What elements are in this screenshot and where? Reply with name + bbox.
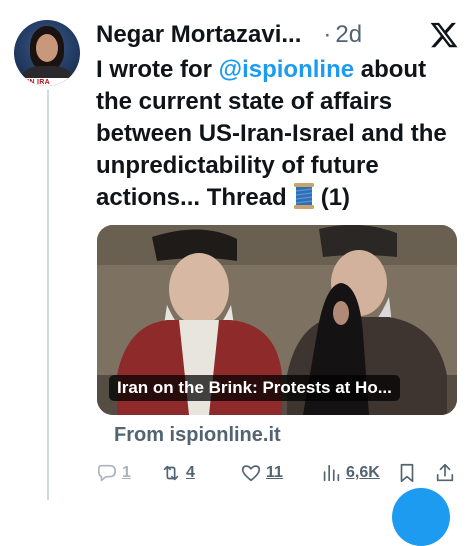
tweet-text: I wrote for @ispionline about the curren… xyxy=(96,54,466,214)
reply-icon xyxy=(97,464,117,482)
share-button[interactable] xyxy=(434,462,460,484)
share-icon xyxy=(436,463,454,482)
heart-icon xyxy=(241,465,261,482)
compose-fab-button[interactable] xyxy=(392,488,450,546)
timestamp-value: 2d xyxy=(335,21,363,48)
tweet-text-intro: I wrote for xyxy=(96,56,219,83)
tweet-actions: 1 4 11 6,6K xyxy=(96,462,468,488)
tweet-timestamp[interactable]: · 2d xyxy=(323,21,362,49)
thread-counter: (1) xyxy=(320,184,351,211)
link-card[interactable]: Iran on the Brink: Protests at Ho... xyxy=(97,225,457,415)
x-logo-icon xyxy=(430,22,458,48)
reply-count: 1 xyxy=(122,464,131,481)
mention-link[interactable]: @ispionline xyxy=(219,56,354,83)
like-button[interactable]: 11 xyxy=(240,462,283,484)
retweet-icon xyxy=(163,465,179,481)
spool-of-thread-icon xyxy=(293,183,314,209)
avatar-face xyxy=(36,34,58,62)
avatar-banner-text: E IN IRA xyxy=(14,78,80,86)
retweet-count: 4 xyxy=(186,464,195,481)
link-card-caption: Iran on the Brink: Protests at Ho... xyxy=(109,375,400,401)
bookmark-button[interactable] xyxy=(396,462,422,484)
tweet-header: Negar Mortazavi... · 2d xyxy=(96,18,461,52)
retweet-button[interactable]: 4 xyxy=(160,462,195,484)
reply-button[interactable]: 1 xyxy=(96,462,131,484)
author-name[interactable]: Negar Mortazavi... xyxy=(96,21,301,49)
link-card-source[interactable]: From ispionline.it xyxy=(114,424,281,447)
avatar[interactable]: E IN IRA xyxy=(14,20,80,86)
like-count: 11 xyxy=(266,464,283,481)
bookmark-icon xyxy=(400,463,414,483)
thread-connector-line xyxy=(47,90,49,500)
views-button[interactable]: 6,6K xyxy=(320,462,380,484)
timestamp-separator: · xyxy=(323,21,332,48)
views-count: 6,6K xyxy=(346,464,380,481)
views-chart-icon xyxy=(323,464,340,482)
